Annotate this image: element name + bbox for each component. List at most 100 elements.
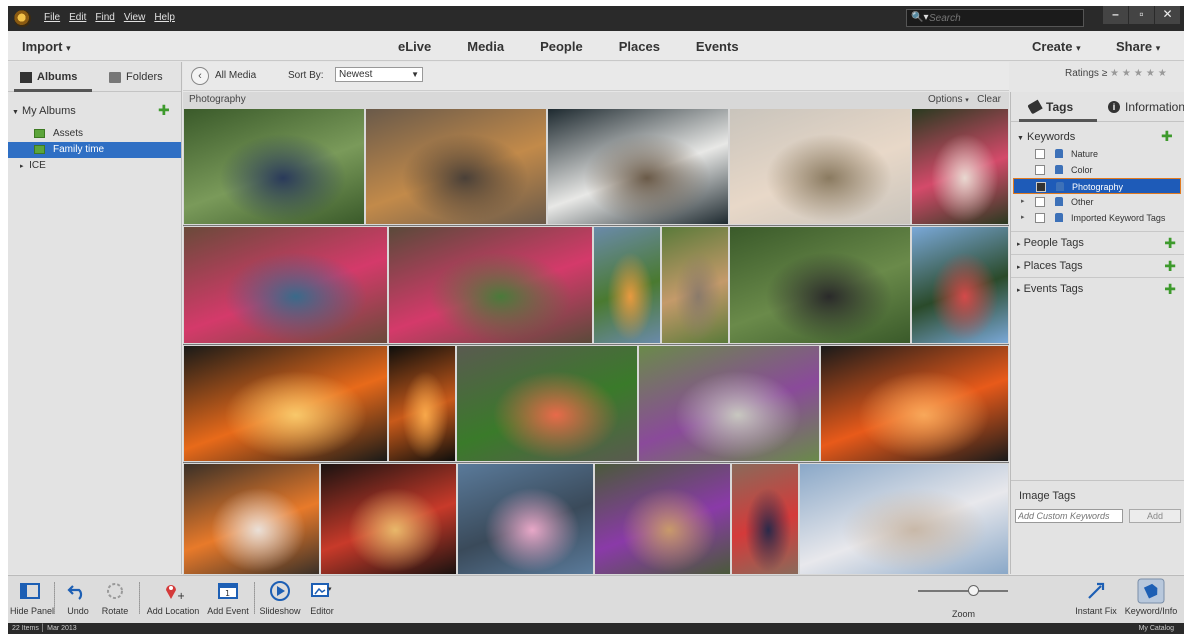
tab-places[interactable]: Places (619, 39, 660, 54)
tab-information[interactable]: i Information (1108, 100, 1184, 114)
photo-thumbnail[interactable] (457, 463, 594, 575)
search-input[interactable] (929, 11, 1079, 25)
album-family-time[interactable]: Family time (8, 142, 181, 158)
photo-thumbnail[interactable] (731, 463, 799, 575)
sort-select[interactable]: Newest ▼ (335, 67, 423, 82)
photo-thumbnail[interactable] (388, 345, 456, 462)
minimize-button[interactable]: – (1103, 6, 1128, 24)
tab-events[interactable]: Events (696, 39, 739, 54)
chevron-right-icon: ▸ (1017, 241, 1021, 248)
photo-thumbnail[interactable] (799, 463, 1009, 575)
tab-elive[interactable]: eLive (398, 39, 431, 54)
tab-albums[interactable]: Albums (20, 71, 77, 83)
zoom-slider[interactable] (918, 585, 1008, 596)
photo-thumbnail[interactable] (456, 345, 638, 462)
custom-keyword-input[interactable] (1015, 509, 1123, 523)
instant-fix-button[interactable]: Instant Fix (1074, 578, 1118, 616)
keyword-row[interactable]: Color (1013, 162, 1181, 178)
slideshow-button[interactable]: Slideshow (258, 578, 302, 616)
photo-thumbnail[interactable] (594, 463, 731, 575)
view-tabs: eLive Media People Places Events (398, 39, 775, 54)
ratings-filter[interactable]: Ratings ≥ ★★★★★ (1065, 68, 1183, 79)
tab-people[interactable]: People (540, 39, 583, 54)
menu-help[interactable]: Help (154, 12, 175, 23)
keyword-checkbox[interactable] (1036, 182, 1046, 192)
options-button[interactable]: Options (928, 94, 962, 105)
share-button[interactable]: Share ▾ (1116, 39, 1160, 54)
add-keyword-icon[interactable]: ✚ (1161, 128, 1173, 145)
all-media-link[interactable]: All Media (215, 70, 256, 81)
places-tags-section[interactable]: ▸ Places Tags ✚ (1011, 254, 1184, 276)
photo-thumbnail[interactable] (593, 226, 661, 344)
tab-folders[interactable]: Folders (109, 71, 163, 83)
chevron-right-icon[interactable]: ▸ (1021, 213, 1025, 221)
photo-thumbnail[interactable] (911, 226, 1009, 344)
photo-thumbnail[interactable] (911, 108, 1009, 225)
photo-thumbnail[interactable] (183, 345, 388, 462)
photo-thumbnail[interactable] (183, 108, 365, 225)
people-tags-section[interactable]: ▸ People Tags ✚ (1011, 231, 1184, 253)
folder-ice[interactable]: ▸ ICE (20, 160, 46, 171)
add-keyword-button[interactable]: Add (1129, 509, 1181, 523)
undo-icon (63, 578, 93, 604)
star-rating-icons[interactable]: ★★★★★ (1110, 68, 1170, 79)
photo-thumbnail[interactable] (661, 226, 729, 344)
photo-thumbnail[interactable] (547, 108, 729, 225)
add-location-button[interactable]: + Add Location (144, 578, 202, 616)
editor-button[interactable]: ▾ Editor (306, 578, 338, 616)
add-album-icon[interactable]: ✚ (158, 102, 170, 119)
folder-icon (109, 71, 121, 83)
rotate-button[interactable]: Rotate (100, 578, 130, 616)
my-albums-header[interactable]: ▼ My Albums (12, 105, 76, 117)
keyword-checkbox[interactable] (1035, 149, 1045, 159)
photo-thumbnail[interactable] (638, 345, 820, 462)
add-place-tag-icon[interactable]: ✚ (1164, 258, 1176, 275)
photo-thumbnail[interactable] (729, 226, 911, 344)
keywords-header[interactable]: ▼ Keywords (1017, 131, 1075, 143)
tab-tags[interactable]: Tags (1027, 99, 1073, 115)
menu-find[interactable]: Find (95, 12, 114, 23)
info-icon: i (1108, 101, 1120, 113)
keyword-checkbox[interactable] (1035, 197, 1045, 207)
chevron-right-icon[interactable]: ▸ (1021, 197, 1025, 205)
keyword-row[interactable]: Photography (1013, 178, 1181, 194)
photo-thumbnail[interactable] (183, 226, 388, 344)
album-assets[interactable]: Assets (8, 126, 181, 142)
menu-edit[interactable]: Edit (69, 12, 86, 23)
tool-label: Undo (67, 606, 89, 616)
close-button[interactable]: ✕ (1155, 6, 1180, 24)
zoom-slider-handle[interactable] (968, 585, 979, 596)
back-button[interactable]: ‹ (191, 67, 209, 85)
events-tags-section[interactable]: ▸ Events Tags ✚ (1011, 277, 1184, 299)
photo-thumbnail[interactable] (183, 463, 320, 575)
keyword-info-button[interactable]: Keyword/Info (1122, 578, 1180, 616)
photo-thumbnail[interactable] (388, 226, 593, 344)
add-event-tag-icon[interactable]: ✚ (1164, 281, 1176, 298)
hide-panel-button[interactable]: Hide Panel (10, 578, 54, 616)
menu-view[interactable]: View (124, 12, 146, 23)
toolbar-separator (139, 582, 140, 614)
add-people-tag-icon[interactable]: ✚ (1164, 235, 1176, 252)
keyword-row[interactable]: ▸ Other (1013, 194, 1181, 210)
create-button[interactable]: Create ▾ (1032, 39, 1081, 54)
add-event-button[interactable]: 1 Add Event (206, 578, 250, 616)
keyword-checkbox[interactable] (1035, 213, 1045, 223)
svg-text:▾: ▾ (328, 585, 332, 593)
keyword-tag-icon (1055, 197, 1063, 206)
keyword-row[interactable]: Nature (1013, 146, 1181, 162)
restore-button[interactable]: ▫ (1129, 6, 1154, 24)
photo-thumbnail[interactable] (729, 108, 911, 225)
photo-thumbnail[interactable] (320, 463, 457, 575)
clear-button[interactable]: Clear (977, 94, 1001, 105)
menu-file[interactable]: File (44, 12, 60, 23)
import-button[interactable]: Import ▾ (22, 39, 71, 54)
tab-media[interactable]: Media (467, 39, 504, 54)
create-label: Create (1032, 39, 1073, 54)
keyword-row[interactable]: ▸ Imported Keyword Tags (1013, 210, 1181, 226)
tool-label: Editor (310, 606, 334, 616)
photo-thumbnail[interactable] (365, 108, 547, 225)
search-box[interactable]: 🔍▾ (906, 9, 1084, 27)
undo-button[interactable]: Undo (63, 578, 93, 616)
keyword-checkbox[interactable] (1035, 165, 1045, 175)
photo-thumbnail[interactable] (820, 345, 1009, 462)
